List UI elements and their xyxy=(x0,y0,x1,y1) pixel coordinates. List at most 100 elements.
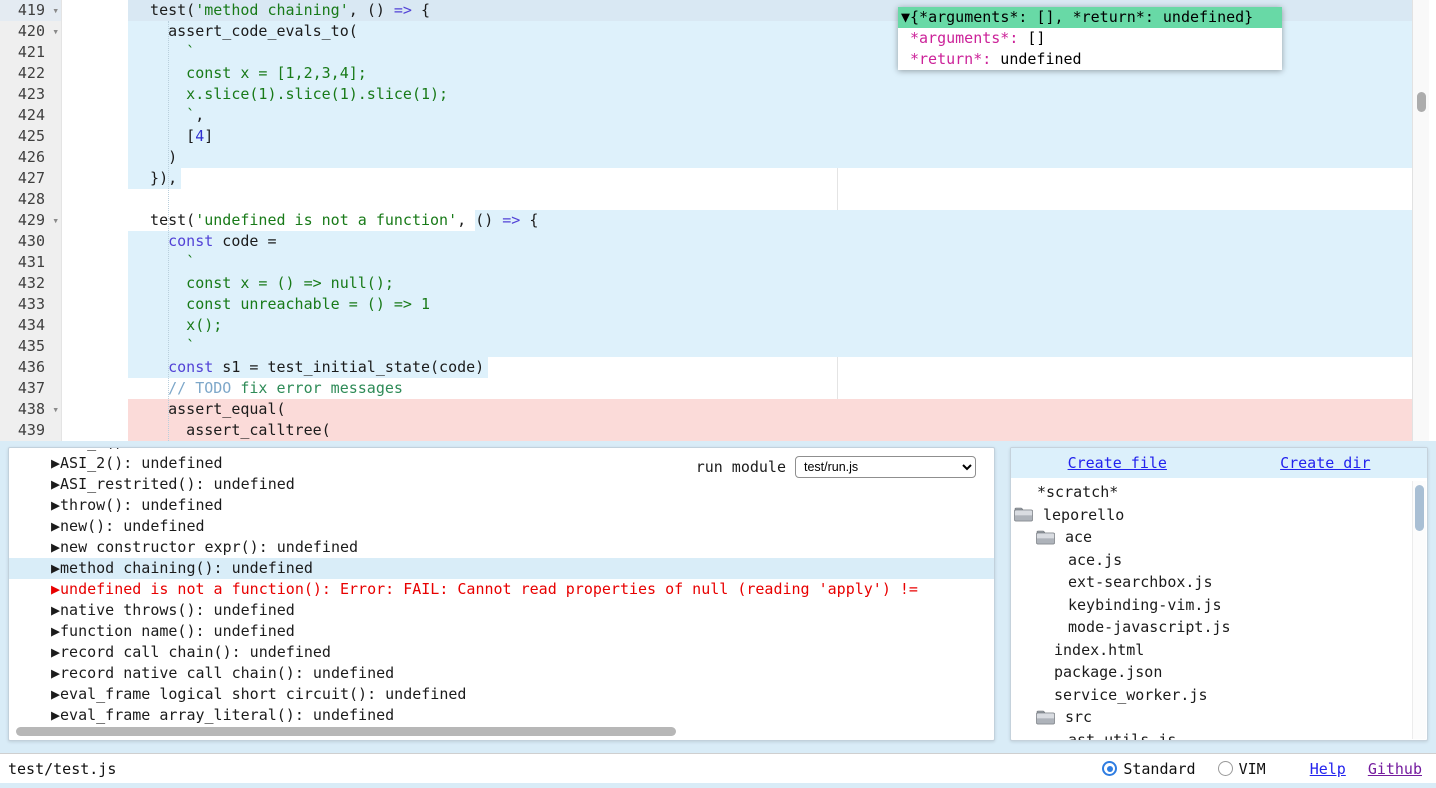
tree-item-label: index.html xyxy=(1054,639,1144,662)
fold-arrow-icon[interactable]: ▾ xyxy=(52,21,59,42)
gutter-line-number: 433 xyxy=(0,294,61,315)
file-tree-panel: Create file Create dir *scratch*leporell… xyxy=(1010,447,1428,741)
fold-arrow-icon[interactable]: ▾ xyxy=(52,399,59,420)
gutter-line-number: 427 xyxy=(0,168,61,189)
run-module-select[interactable]: test/run.js xyxy=(795,456,976,478)
fold-arrow-icon[interactable]: ▾ xyxy=(52,0,59,21)
tree-file-package.json[interactable]: package.json xyxy=(1011,661,1427,684)
token-string: const unreachable = () => 1 xyxy=(132,295,430,313)
test-result-item[interactable]: ▶eval_frame array_literal(): undefined xyxy=(9,705,994,726)
gutter-line-number: 430 xyxy=(0,231,61,252)
token-default: { xyxy=(412,1,430,19)
help-link[interactable]: Help xyxy=(1310,754,1346,784)
tooltip-row: *arguments*: [] xyxy=(898,28,1282,49)
radio-standard-selected-icon[interactable] xyxy=(1102,761,1117,776)
test-result-item[interactable]: ▶eval_frame logical short circuit(): und… xyxy=(9,684,994,705)
file-tree[interactable]: *scratch*leporelloaceace.jsext-searchbox… xyxy=(1011,481,1427,740)
keybinding-standard-option[interactable]: Standard xyxy=(1123,754,1195,784)
code-line-432[interactable]: const x = () => null(); xyxy=(62,273,1412,294)
fold-arrow-icon[interactable]: ▾ xyxy=(52,210,59,231)
token-default: s1 = test_initial_state(code) xyxy=(213,358,484,376)
test-result-item[interactable]: ▶method chaining(): undefined xyxy=(9,558,994,579)
tree-scrollbar-thumb[interactable] xyxy=(1415,485,1424,531)
test-result-item[interactable]: ▶native throws(): undefined xyxy=(9,600,994,621)
code-line-424[interactable]: `, xyxy=(62,105,1412,126)
test-result-item[interactable]: ▶undefined is not a function(): Error: F… xyxy=(9,579,994,600)
tree-scrollbar-track[interactable] xyxy=(1412,481,1426,739)
editor-gutter: 419▾420▾421422423424425426427428429▾4304… xyxy=(0,0,62,441)
gutter-line-number: 422 xyxy=(0,63,61,84)
code-line-439[interactable]: assert_calltree( xyxy=(62,420,1412,441)
tree-file-ext-searchbox.js[interactable]: ext-searchbox.js xyxy=(1011,571,1427,594)
token-default: assert_code_evals_to( xyxy=(132,22,358,40)
output-hscrollbar-thumb[interactable] xyxy=(16,727,676,736)
token-default: test( xyxy=(132,1,195,19)
create-dir-link[interactable]: Create dir xyxy=(1280,453,1370,474)
test-result-item[interactable]: ▶new constructor expr(): undefined xyxy=(9,537,994,558)
test-result-item[interactable]: ▶record call chain(): undefined xyxy=(9,642,994,663)
tree-file-ast_utils.js[interactable]: ast_utils.js xyxy=(1011,729,1427,741)
code-text: ) xyxy=(132,147,1412,168)
token-default xyxy=(132,379,168,397)
token-default xyxy=(132,358,168,376)
code-line-430[interactable]: const code = xyxy=(62,231,1412,252)
code-editor[interactable]: 419▾420▾421422423424425426427428429▾4304… xyxy=(0,0,1436,441)
code-line-428[interactable] xyxy=(62,189,1412,210)
tooltip-value: [] xyxy=(1018,29,1045,47)
code-line-426[interactable]: ) xyxy=(62,147,1412,168)
code-line-435[interactable]: ` xyxy=(62,336,1412,357)
code-line-438[interactable]: assert_equal( xyxy=(62,399,1412,420)
editor-scrollbar-thumb[interactable] xyxy=(1417,92,1426,112)
tree-item-label: mode-javascript.js xyxy=(1068,616,1231,639)
value-inspector-tooltip[interactable]: ▼{*arguments*: [], *return*: undefined} … xyxy=(898,7,1282,70)
tree-file-mode-javascript.js[interactable]: mode-javascript.js xyxy=(1011,616,1427,639)
tree-file-index.html[interactable]: index.html xyxy=(1011,639,1427,662)
output-hscrollbar-track[interactable] xyxy=(14,726,989,737)
code-line-433[interactable]: const unreachable = () => 1 xyxy=(62,294,1412,315)
tree-file-*scratch*[interactable]: *scratch* xyxy=(1011,481,1427,504)
code-line-437[interactable]: // TODO fix error messages xyxy=(62,378,1412,399)
test-result-item[interactable]: ▶throw(): undefined xyxy=(9,495,994,516)
tooltip-header[interactable]: ▼{*arguments*: [], *return*: undefined} xyxy=(898,7,1282,28)
tree-folder-leporello[interactable]: leporello xyxy=(1011,504,1427,527)
test-result-item[interactable]: ▶new(): undefined xyxy=(9,516,994,537)
code-text: x(); xyxy=(132,315,1412,336)
code-line-427[interactable]: }), xyxy=(62,168,1412,189)
keybinding-vim-option[interactable]: VIM xyxy=(1239,754,1266,784)
folder-icon xyxy=(1036,530,1060,545)
editor-scrollbar-track[interactable] xyxy=(1412,0,1429,441)
gutter-line-number: 419▾ xyxy=(0,0,61,21)
token-keyword: const xyxy=(168,232,213,250)
create-file-link[interactable]: Create file xyxy=(1068,453,1167,474)
token-default: }), xyxy=(132,169,177,187)
gutter-line-number: 420▾ xyxy=(0,21,61,42)
run-module-label: run module xyxy=(696,457,786,478)
radio-vim-unselected-icon[interactable] xyxy=(1218,761,1233,776)
run-module-control: run module test/run.js xyxy=(696,456,976,478)
tooltip-value: undefined xyxy=(991,50,1081,68)
code-line-423[interactable]: x.slice(1).slice(1).slice(1); xyxy=(62,84,1412,105)
github-link[interactable]: Github xyxy=(1368,754,1422,784)
token-default: ] xyxy=(204,127,213,145)
test-result-item[interactable]: ▶function name(): undefined xyxy=(9,621,994,642)
token-default: ) xyxy=(132,148,177,166)
code-line-436[interactable]: const s1 = test_initial_state(code) xyxy=(62,357,1412,378)
gutter-line-number: 429▾ xyxy=(0,210,61,231)
tree-item-label: *scratch* xyxy=(1037,481,1118,504)
test-result-item[interactable]: ▶record native call chain(): undefined xyxy=(9,663,994,684)
code-text: `, xyxy=(132,105,1412,126)
tree-file-keybinding-vim.js[interactable]: keybinding-vim.js xyxy=(1011,594,1427,617)
tree-file-service_worker.js[interactable]: service_worker.js xyxy=(1011,684,1427,707)
file-tree-header: Create file Create dir xyxy=(1011,448,1427,478)
code-line-434[interactable]: x(); xyxy=(62,315,1412,336)
test-result-list[interactable]: ▶ASI_1(): undefined▶ASI_2(): undefined▶A… xyxy=(9,447,994,726)
code-line-429[interactable]: test('undefined is not a function', () =… xyxy=(62,210,1412,231)
tree-file-ace.js[interactable]: ace.js xyxy=(1011,549,1427,572)
code-line-431[interactable]: ` xyxy=(62,252,1412,273)
gutter-line-number: 434 xyxy=(0,315,61,336)
token-default: () xyxy=(367,1,394,19)
tree-folder-src[interactable]: src xyxy=(1011,706,1427,729)
status-bar: test/test.js Standard VIM Help Github xyxy=(0,753,1436,783)
tree-folder-ace[interactable]: ace xyxy=(1011,526,1427,549)
code-line-425[interactable]: [4] xyxy=(62,126,1412,147)
